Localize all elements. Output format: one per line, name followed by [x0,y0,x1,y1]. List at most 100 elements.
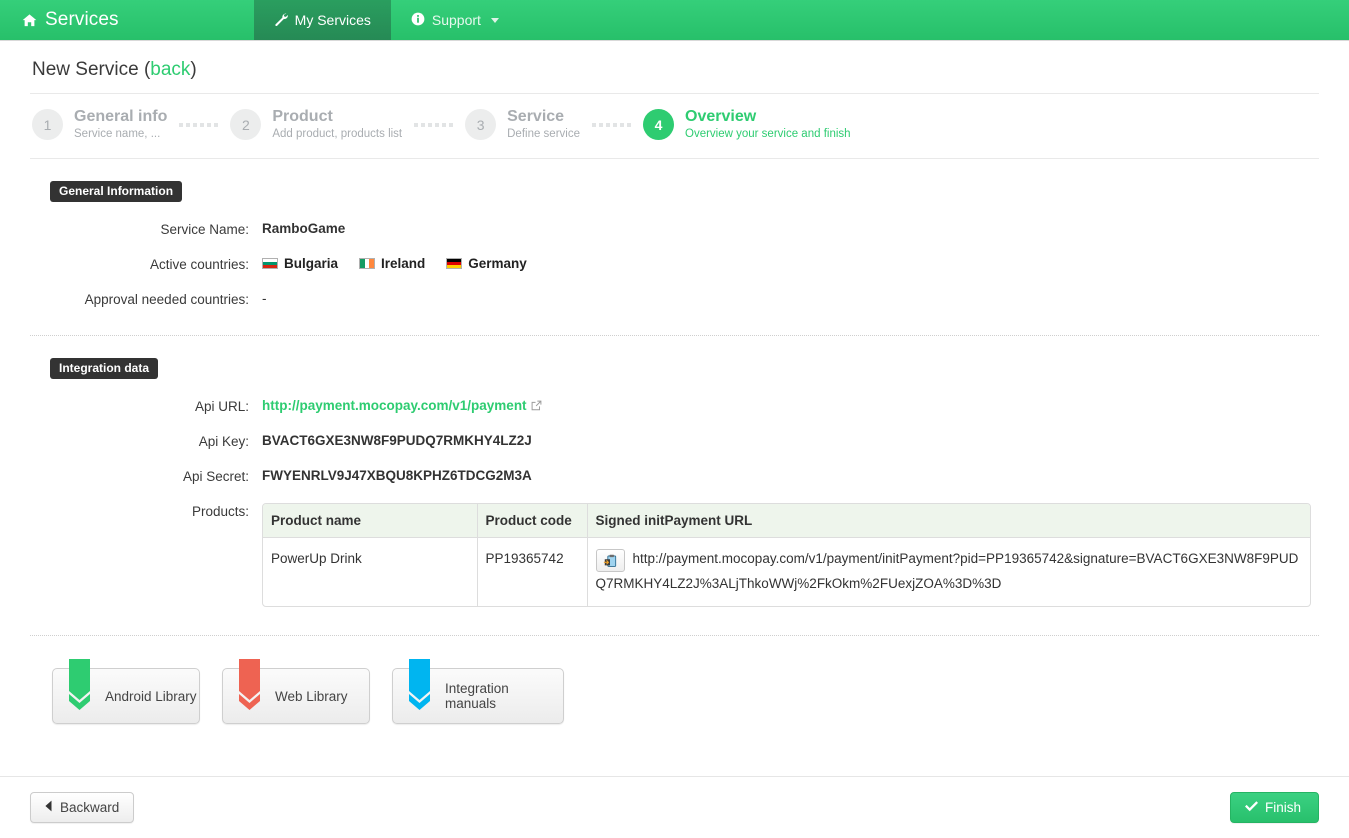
download-ribbon-icon [409,659,430,711]
wrench-icon [274,12,288,29]
external-link-icon [531,399,542,414]
label-active-countries: Active countries: [149,256,249,272]
downloads-row: Android Library Web Library Integration … [30,636,1319,725]
wizard-steps: 1 General info Service name, ... 2 Produ… [30,94,1319,159]
country-ireland: Ireland [359,256,425,271]
label-approval-countries: Approval needed countries: [84,291,249,307]
field-api-url: Api URL: http://payment.mocopay.com/v1/p… [50,398,1319,414]
germany-flag-icon [446,257,463,269]
cell-product-code: PP19365742 [476,537,587,607]
ireland-flag-icon [359,257,376,269]
back-link[interactable]: back [150,59,190,80]
field-products: Products: Product name Product code Sign… [50,502,1319,608]
value-approval-countries: - [262,290,267,306]
page-footer: Backward Finish [0,776,1349,838]
download-web-library-button[interactable]: Web Library [222,659,370,725]
step-number-3: 3 [465,109,497,141]
page-body: New Service (back) 1 General info Servic… [0,41,1349,725]
finish-button[interactable]: Finish [1229,792,1319,823]
cell-product-name: PowerUp Drink [271,550,362,566]
section-label-general-information: General Information [50,180,183,202]
backward-button[interactable]: Backward [30,792,135,823]
chevron-down-icon [490,17,499,23]
download-android-library-button[interactable]: Android Library [52,659,200,725]
step-number-2: 2 [230,109,262,141]
products-table-wrapper: Product name Product code Signed initPay… [262,502,1311,608]
field-api-secret: Api Secret: FWYENRLV9J47XBQU8KPHZ6TDCG2M… [50,468,1319,484]
finish-label: Finish [1264,800,1301,815]
country-bulgaria: Bulgaria [262,256,338,271]
wizard-step-service[interactable]: 3 Service Define service [465,108,580,142]
step-sub-3: Define service [507,128,580,141]
value-api-key: BVACT6GXE3NW8F9PUDQ7RMKHY4LZ2J [262,432,532,448]
brand-label: Services [45,9,119,30]
field-api-key: Api Key: BVACT6GXE3NW8F9PUDQ7RMKHY4LZ2J [50,433,1319,449]
step-title-2: Product [272,108,333,125]
value-active-countries: Bulgaria Ireland Germany [262,256,527,271]
country-label-bulgaria: Bulgaria [284,255,339,271]
signed-url-text: http://payment.mocopay.com/v1/payment/in… [595,550,1299,592]
step-title-1: General info [74,108,168,125]
integration-data-section: Integration data Api URL: http://payment… [30,336,1319,608]
step-sub-4: Overview your service and finish [685,128,851,141]
country-label-germany: Germany [468,255,527,271]
label-api-url: Api URL: [194,398,249,414]
download-label-web: Web Library [275,688,348,704]
step-sub-2: Add product, products list [272,128,403,141]
step-separator-2 [414,122,454,127]
nav-label-support: Support [431,12,481,28]
general-information-section: General Information Service Name: RamboG… [30,159,1319,307]
page-title-text: New Service [32,59,139,80]
navbar-spacer [139,0,254,40]
brand-services[interactable]: Services [0,0,139,40]
download-label-android: Android Library [105,688,197,704]
table-row: PowerUp Drink PP19365742 http://payment.… [263,537,1310,607]
backward-label: Backward [60,800,120,815]
country-germany: Germany [446,256,527,271]
wizard-step-overview[interactable]: 4 Overview Overview your service and fin… [643,108,851,142]
clipboard-paste-icon[interactable] [595,549,625,573]
step-number-1: 1 [32,109,63,141]
field-service-name: Service Name: RamboGame [50,221,1319,237]
label-api-secret: Api Secret: [182,468,249,484]
step-title-4: Overview [685,108,757,125]
table-header-signed-url: Signed initPayment URL [586,503,1310,538]
step-title-3: Service [507,108,565,125]
home-icon [22,13,37,28]
nav-item-my-services[interactable]: My Services [253,0,391,40]
table-header-row: Product name Product code Signed initPay… [263,503,1310,538]
label-products: Products: [191,503,249,519]
value-service-name: RamboGame [262,220,346,236]
label-api-key: Api Key: [198,433,249,449]
download-integration-manuals-button[interactable]: Integration manuals [392,659,564,725]
label-service-name: Service Name: [160,221,249,237]
bulgaria-flag-icon [262,257,278,269]
wizard-step-product[interactable]: 2 Product Add product, products list [230,108,402,142]
chevron-left-icon [43,800,53,815]
products-table: Product name Product code Signed initPay… [263,503,1310,607]
paren-close: ) [190,59,197,80]
section-label-integration-data: Integration data [50,357,159,379]
table-header-product-code: Product code [476,503,587,538]
check-icon [1244,800,1258,815]
download-ribbon-icon [239,659,260,711]
download-label-manuals: Integration manuals [445,681,509,712]
nav-label-my-services: My Services [294,12,371,28]
table-header-product-name: Product name [263,503,477,538]
nav-item-support[interactable]: Support [391,0,519,40]
step-separator-1 [179,122,219,127]
step-separator-3 [592,122,631,127]
country-label-ireland: Ireland [381,255,426,271]
step-number-4: 4 [643,109,674,141]
download-ribbon-icon [69,659,90,711]
info-circle-icon [411,12,425,29]
value-api-url: http://payment.mocopay.com/v1/payment [262,398,542,414]
field-approval-countries: Approval needed countries: - [50,291,1319,307]
cell-signed-url: http://payment.mocopay.com/v1/payment/in… [586,537,1310,607]
wizard-step-general-info[interactable]: 1 General info Service name, ... [32,108,167,142]
top-navbar: Services My Services Support [0,0,1349,41]
field-active-countries: Active countries: Bulgaria Ireland Germa… [50,256,1319,272]
page-title: New Service (back) [30,41,1319,93]
value-api-secret: FWYENRLV9J47XBQU8KPHZ6TDCG2M3A [262,467,532,483]
api-url-link[interactable]: http://payment.mocopay.com/v1/payment [262,398,527,413]
